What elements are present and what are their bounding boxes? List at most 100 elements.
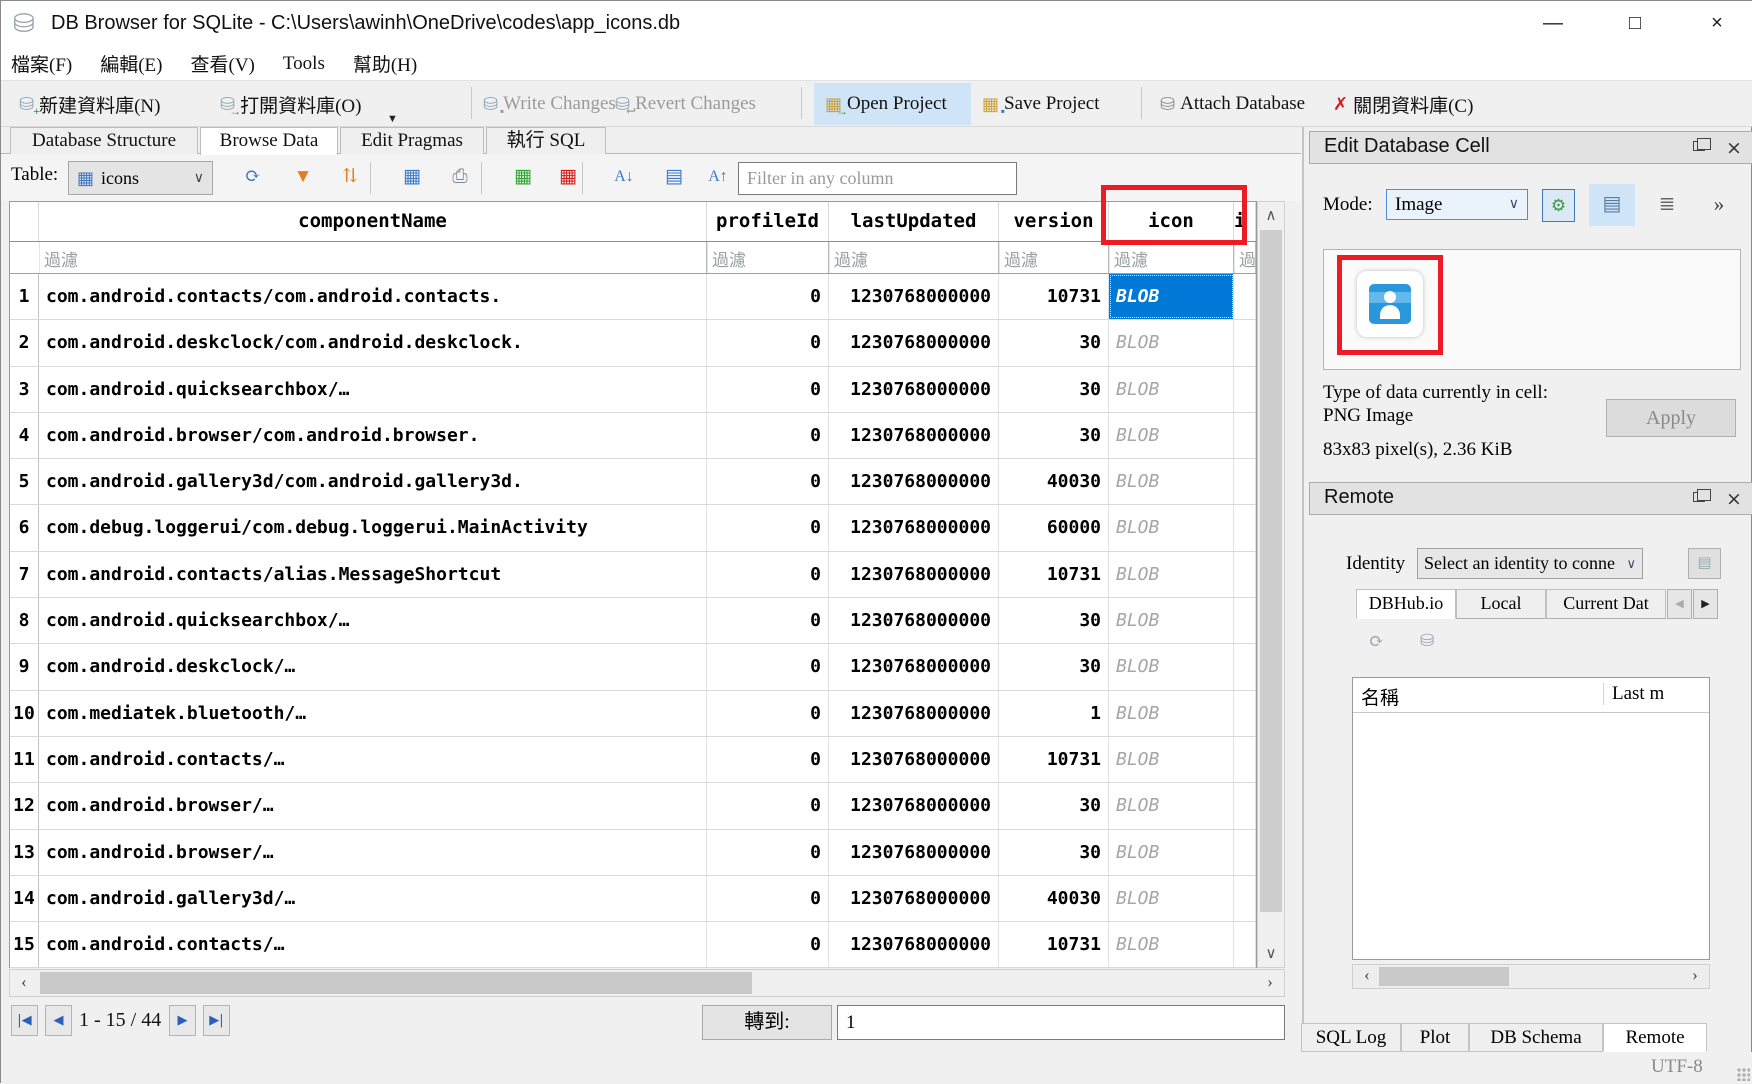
row-number[interactable]: 5 xyxy=(10,459,39,504)
row-number[interactable]: 6 xyxy=(10,505,39,550)
scroll-down-icon[interactable]: ∨ xyxy=(1258,944,1284,963)
float-panel-icon[interactable] xyxy=(1689,488,1711,510)
cell-componentName[interactable]: com.android.contacts/com.android.contact… xyxy=(39,274,707,319)
cell-version[interactable]: 30 xyxy=(999,830,1109,875)
column-header-profileId[interactable]: profileId xyxy=(707,202,829,241)
cell-partial[interactable] xyxy=(1234,598,1256,643)
insert-record-icon[interactable]: ▦ xyxy=(509,164,537,192)
cell-icon[interactable]: BLOB xyxy=(1109,644,1234,689)
cell-version[interactable]: 10731 xyxy=(999,737,1109,782)
row-number[interactable]: 3 xyxy=(10,367,39,412)
cell-partial[interactable] xyxy=(1234,320,1256,365)
goto-button[interactable]: 轉到: xyxy=(702,1005,832,1040)
scroll-left-icon[interactable]: ‹ xyxy=(10,970,38,996)
cell-partial[interactable] xyxy=(1234,413,1256,458)
cell-componentName[interactable]: com.android.browser/… xyxy=(39,783,707,828)
row-number[interactable]: 15 xyxy=(10,922,39,967)
cell-icon[interactable]: BLOB xyxy=(1109,505,1234,550)
cell-profileId[interactable]: 0 xyxy=(707,876,829,921)
revert-changes-button[interactable]: ⛁↩ Revert Changes xyxy=(611,86,760,122)
cell-componentName[interactable]: com.android.contacts/alias.MessageShortc… xyxy=(39,552,707,597)
minimize-button[interactable]: — xyxy=(1525,1,1581,47)
cell-lastUpdated[interactable]: 1230768000000 xyxy=(829,552,999,597)
filter-icon[interactable]: 過濾 xyxy=(1109,242,1234,273)
cell-version[interactable]: 30 xyxy=(999,413,1109,458)
cell-version[interactable]: 30 xyxy=(999,783,1109,828)
menu-file[interactable]: 檔案(F) xyxy=(11,50,72,77)
row-number[interactable]: 9 xyxy=(10,644,39,689)
cell-version[interactable]: 30 xyxy=(999,367,1109,412)
cell-icon[interactable]: BLOB xyxy=(1109,737,1234,782)
cell-lastUpdated[interactable]: 1230768000000 xyxy=(829,876,999,921)
cell-componentName[interactable]: com.android.contacts/… xyxy=(39,922,707,967)
cell-profileId[interactable]: 0 xyxy=(707,644,829,689)
cell-profileId[interactable]: 0 xyxy=(707,552,829,597)
row-number[interactable]: 2 xyxy=(10,320,39,365)
tab-browse-data[interactable]: Browse Data xyxy=(200,127,338,155)
cell-componentName[interactable]: com.android.browser/com.android.browser. xyxy=(39,413,707,458)
export-data-button[interactable]: ▤ xyxy=(1589,184,1635,226)
cell-lastUpdated[interactable]: 1230768000000 xyxy=(829,691,999,736)
tab-execute-sql[interactable]: 執行 SQL xyxy=(486,127,606,154)
close-panel-icon[interactable]: × xyxy=(1723,137,1745,159)
cell-lastUpdated[interactable]: 1230768000000 xyxy=(829,459,999,504)
remote-tab-local[interactable]: Local xyxy=(1456,589,1546,619)
cell-version[interactable]: 30 xyxy=(999,644,1109,689)
cell-version[interactable]: 40030 xyxy=(999,876,1109,921)
filter-any-column-input[interactable] xyxy=(738,162,1017,195)
maximize-button[interactable]: □ xyxy=(1607,1,1663,47)
refresh-icon[interactable]: ⟳ xyxy=(239,164,267,192)
cell-lastUpdated[interactable]: 1230768000000 xyxy=(829,413,999,458)
filter-componentName[interactable]: 過濾 xyxy=(39,242,707,273)
row-number[interactable]: 13 xyxy=(10,830,39,875)
menu-tools[interactable]: Tools xyxy=(283,53,325,75)
row-number[interactable]: 8 xyxy=(10,598,39,643)
cell-icon[interactable]: BLOB xyxy=(1109,783,1234,828)
cell-partial[interactable] xyxy=(1234,922,1256,967)
cell-profileId[interactable]: 0 xyxy=(707,783,829,828)
cell-partial[interactable] xyxy=(1234,274,1256,319)
cell-icon[interactable]: BLOB xyxy=(1109,922,1234,967)
cell-profileId[interactable]: 0 xyxy=(707,830,829,875)
cell-version[interactable]: 10731 xyxy=(999,274,1109,319)
cell-lastUpdated[interactable]: 1230768000000 xyxy=(829,598,999,643)
row-number[interactable]: 10 xyxy=(10,691,39,736)
cell-lastUpdated[interactable]: 1230768000000 xyxy=(829,505,999,550)
cell-profileId[interactable]: 0 xyxy=(707,274,829,319)
new-database-button[interactable]: ⛁+ 新建資料庫(N) xyxy=(15,86,164,122)
cell-profileId[interactable]: 0 xyxy=(707,320,829,365)
attach-database-button[interactable]: ⛁ Attach Database xyxy=(1156,86,1309,122)
menu-help[interactable]: 幫助(H) xyxy=(353,50,417,77)
close-panel-icon[interactable]: × xyxy=(1723,488,1745,510)
cell-lastUpdated[interactable]: 1230768000000 xyxy=(829,737,999,782)
open-database-button[interactable]: ⛁→ 打開資料庫(O) xyxy=(216,86,365,122)
cell-icon[interactable]: BLOB xyxy=(1109,830,1234,875)
encoding-indicator[interactable]: UTF-8 xyxy=(1651,1056,1703,1078)
cell-lastUpdated[interactable]: 1230768000000 xyxy=(829,320,999,365)
cell-icon[interactable]: BLOB xyxy=(1109,274,1234,319)
cell-version[interactable]: 30 xyxy=(999,320,1109,365)
tab-edit-pragmas[interactable]: Edit Pragmas xyxy=(340,127,484,154)
tab-scroll-right-icon[interactable]: ▶ xyxy=(1693,589,1718,619)
cell-icon[interactable]: BLOB xyxy=(1109,598,1234,643)
sort-asc-icon[interactable]: A↓ xyxy=(610,164,638,192)
cell-version[interactable]: 40030 xyxy=(999,459,1109,504)
cell-version[interactable]: 10731 xyxy=(999,552,1109,597)
row-number[interactable]: 7 xyxy=(10,552,39,597)
print-icon[interactable]: ⎙ xyxy=(446,164,474,192)
mode-select[interactable]: Image ∨ xyxy=(1386,189,1528,220)
remote-horizontal-scrollbar[interactable]: ‹ › xyxy=(1352,964,1710,989)
clear-sorting-icon[interactable]: ⇅ xyxy=(336,164,364,192)
cell-profileId[interactable]: 0 xyxy=(707,922,829,967)
table-select[interactable]: ▦ icons ∨ xyxy=(68,161,213,195)
cell-componentName[interactable]: com.android.gallery3d/… xyxy=(39,876,707,921)
cell-lastUpdated[interactable]: 1230768000000 xyxy=(829,783,999,828)
apply-button[interactable]: Apply xyxy=(1606,399,1736,437)
cell-icon[interactable]: BLOB xyxy=(1109,691,1234,736)
cell-profileId[interactable]: 0 xyxy=(707,505,829,550)
remote-tab-current-database[interactable]: Current Dat xyxy=(1546,589,1666,619)
cell-version[interactable]: 10731 xyxy=(999,922,1109,967)
horizontal-scroll-thumb[interactable] xyxy=(40,972,752,994)
last-record-button[interactable]: ▶| xyxy=(203,1005,230,1036)
tab-scroll-left-icon[interactable]: ◀ xyxy=(1667,589,1692,619)
